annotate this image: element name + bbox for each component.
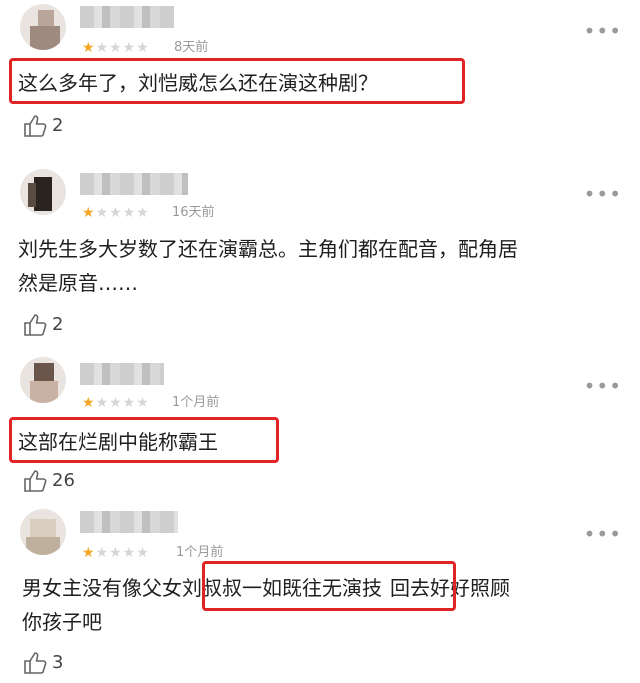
highlight-box <box>202 561 456 611</box>
comment-text-lead: 男女主没有像父女 <box>22 576 182 600</box>
comment-time: 8天前 <box>174 40 209 55</box>
star-rating: ★★★★★ <box>82 545 150 561</box>
comment-time: 1个月前 <box>176 545 224 560</box>
like-count: 2 <box>52 115 64 136</box>
thumbs-up-icon <box>24 652 47 674</box>
thumbs-up-icon <box>24 314 47 336</box>
avatar[interactable] <box>20 509 66 555</box>
username[interactable] <box>80 363 164 385</box>
username[interactable] <box>80 6 174 28</box>
comment-time: 1个月前 <box>172 395 220 410</box>
comment-item: ★★★★★ 16天前 ••• 刘先生多大岁数了还在演霸总。主角们都在配音，配角居… <box>0 163 640 343</box>
more-dots-icon[interactable]: ••• <box>584 184 622 204</box>
comment-time: 16天前 <box>172 205 215 220</box>
avatar[interactable] <box>20 169 66 215</box>
more-dots-icon[interactable]: ••• <box>584 376 622 396</box>
username[interactable] <box>80 173 188 195</box>
highlight-box <box>9 417 279 463</box>
comment-text-line: 刘先生多大岁数了还在演霸总。主角们都在配音，配角居 <box>18 237 518 261</box>
star-rating: ★★★★★ <box>82 395 150 411</box>
comment-text-line: 然是原音…… <box>18 271 138 295</box>
star-rating: ★★★★★ <box>82 40 150 56</box>
like-count: 3 <box>52 652 64 673</box>
username[interactable] <box>80 511 178 533</box>
avatar[interactable] <box>20 357 66 403</box>
more-dots-icon[interactable]: ••• <box>584 524 622 544</box>
star-rating: ★★★★★ <box>82 205 150 221</box>
thumbs-up-icon <box>24 470 47 492</box>
thumbs-up-icon <box>24 115 47 137</box>
highlight-box <box>9 58 465 104</box>
comment-item: ★★★★★ 8天前 ••• 这么多年了，刘恺威怎么还在演这种剧？ 2 <box>0 0 640 150</box>
comment-item: ★★★★★ 1个月前 ••• 男女主没有像父女刘叔叔一如既往无演技 回去好好照顾 … <box>0 505 640 683</box>
like-count: 26 <box>52 470 75 491</box>
avatar[interactable] <box>20 4 66 50</box>
comment-text: 刘先生多大岁数了还在演霸总。主角们都在配音，配角居 然是原音…… <box>18 232 518 300</box>
like-count: 2 <box>52 314 64 335</box>
comment-item: ★★★★★ 1个月前 ••• 这部在烂剧中能称霸王 26 <box>0 355 640 495</box>
more-dots-icon[interactable]: ••• <box>584 21 622 41</box>
